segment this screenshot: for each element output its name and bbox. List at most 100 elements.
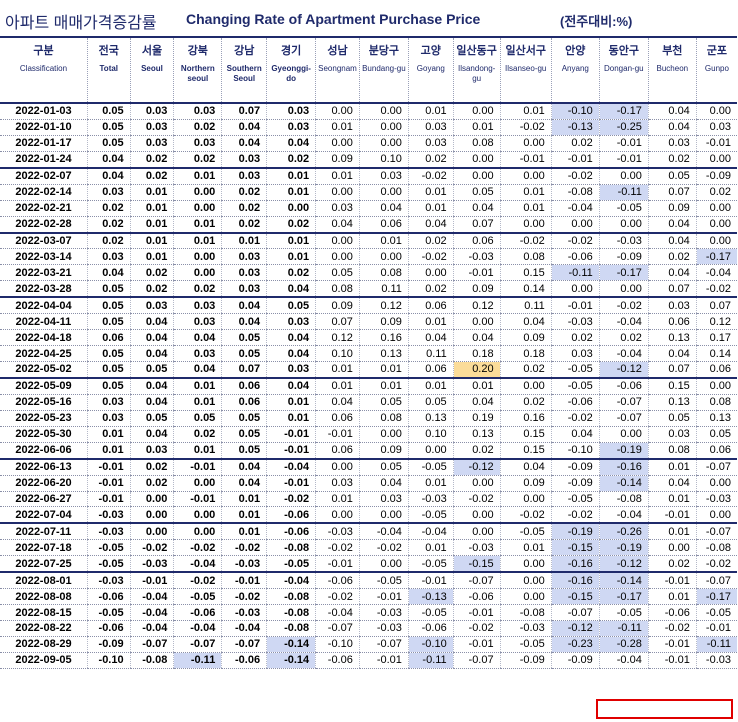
table-cell: 0.19 — [452, 410, 501, 427]
table-cell: 0.03 — [647, 135, 697, 152]
table-cell: 0.00 — [499, 491, 552, 508]
table-cell: 0.05 — [86, 135, 131, 152]
table-cell: 0.00 — [695, 103, 737, 120]
table-cell: 0.04 — [129, 329, 174, 347]
table-cell: 0.00 — [173, 184, 222, 201]
table-cell: -0.17 — [695, 588, 737, 606]
table-cell: -0.13 — [407, 588, 454, 606]
table-cell: -0.05 — [598, 200, 649, 217]
table-cell: 0.03 — [315, 475, 360, 492]
table-cell: 0.05 — [358, 394, 409, 411]
table-cell: -0.06 — [315, 571, 360, 590]
row-date: 2022-09-05 — [0, 652, 88, 669]
table-cell: 0.15 — [499, 442, 552, 460]
table-cell: 0.17 — [695, 329, 737, 347]
table-cell: 0.13 — [358, 345, 409, 362]
table-cell: 0.02 — [407, 151, 454, 169]
table-cell: -0.01 — [499, 151, 552, 169]
column-header-english: Gyeonggi-do — [271, 64, 311, 83]
column-header: 성남 Seongnam — [315, 36, 360, 104]
table-cell: -0.12 — [452, 457, 501, 476]
table-row: 2022-03-07 0.02 0.01 0.01 0.01 0.01 0.00 0.01 0.… — [0, 231, 737, 250]
table-cell: 0.00 — [173, 200, 222, 217]
table-cell: -0.02 — [315, 588, 360, 606]
table-cell: 0.03 — [315, 200, 360, 217]
table-cell: -0.17 — [598, 588, 649, 606]
row-date: 2022-02-07 — [0, 166, 88, 185]
table-row: 2022-07-04 -0.03 0.00 0.00 0.01 -0.06 0.00 0.00… — [0, 506, 737, 524]
table-cell: 0.01 — [499, 200, 552, 217]
table-cell: 0.00 — [129, 506, 174, 524]
table-cell: 0.05 — [86, 345, 131, 362]
column-header: 군포 Gunpo — [695, 36, 737, 104]
table-cell: 0.03 — [550, 345, 600, 362]
table-cell: 0.02 — [266, 151, 316, 169]
column-header-korean: 강북 — [187, 45, 208, 57]
table-cell: 0.02 — [221, 184, 267, 201]
table-row: 2022-04-18 0.06 0.04 0.04 0.05 0.04 0.12 0.16 0.… — [0, 329, 737, 347]
table-cell: 0.03 — [86, 394, 131, 411]
column-header: 안양 Anyang — [550, 36, 600, 104]
table-cell: 0.02 — [647, 151, 697, 169]
table-cell: 0.01 — [647, 588, 697, 606]
table-cell: -0.02 — [499, 506, 552, 524]
table-cell: -0.03 — [358, 620, 409, 637]
table-cell: -0.02 — [221, 539, 267, 557]
table-cell: 0.05 — [266, 296, 316, 315]
table-cell: 0.01 — [315, 361, 360, 379]
table-cell: 0.05 — [129, 410, 174, 427]
column-header-english: Goyang — [416, 64, 445, 73]
table-cell: 0.00 — [358, 184, 409, 201]
table-row: 2022-03-28 0.05 0.02 0.02 0.03 0.04 0.08 0.11 0.… — [0, 280, 737, 298]
table-cell: 0.01 — [407, 539, 454, 557]
table-cell: -0.01 — [86, 491, 131, 508]
table-cell: -0.02 — [550, 166, 600, 185]
table-cell: 0.05 — [86, 361, 131, 379]
table-row: 2022-08-08 -0.06 -0.04 -0.05 -0.02 -0.08 -0.02… — [0, 588, 737, 606]
table-cell: 0.04 — [129, 376, 174, 395]
table-cell: 0.07 — [221, 103, 267, 120]
table-cell: -0.10 — [315, 636, 360, 653]
table-cell: 0.05 — [695, 426, 737, 443]
table-cell: 0.03 — [173, 135, 222, 152]
table-cell: -0.05 — [407, 604, 454, 621]
table-cell: 0.00 — [358, 248, 409, 266]
table-row: 2022-06-06 0.01 0.03 0.01 0.05 -0.01 0.06 0.09 0… — [0, 442, 737, 460]
table-cell: -0.11 — [173, 652, 222, 669]
table-cell: -0.05 — [695, 604, 737, 621]
table-cell: 0.00 — [315, 103, 360, 120]
table-cell: 0.00 — [499, 166, 552, 185]
table-cell: 0.09 — [315, 296, 360, 315]
table-cell: -0.03 — [86, 571, 131, 590]
table-cell: -0.06 — [315, 652, 360, 669]
table-cell: 0.04 — [266, 280, 316, 298]
table-cell: 0.13 — [647, 394, 697, 411]
table-cell: -0.23 — [550, 636, 600, 653]
table-cell: -0.04 — [129, 604, 174, 621]
column-header-english: Total — [99, 64, 119, 73]
table-cell: 0.00 — [173, 475, 222, 492]
table-cell: 0.03 — [647, 296, 697, 315]
column-header-english: Bucheon — [656, 64, 689, 73]
table-cell: 0.03 — [173, 103, 222, 120]
table-cell: 0.08 — [647, 442, 697, 460]
table-cell: 0.01 — [266, 231, 316, 250]
table-cell: -0.25 — [598, 119, 649, 136]
table-cell: 0.04 — [647, 264, 697, 282]
table-cell: 0.05 — [647, 410, 697, 427]
column-header-korean: 경기 — [280, 45, 302, 57]
table-cell: 0.02 — [499, 394, 552, 411]
table-cell: -0.03 — [221, 555, 267, 573]
table-cell: -0.02 — [695, 280, 737, 298]
table-cell: 0.02 — [221, 216, 267, 234]
table-cell: 0.00 — [499, 588, 552, 606]
table-cell: 0.00 — [173, 248, 222, 266]
table-cell: 0.02 — [266, 264, 316, 282]
table-cell: -0.08 — [695, 539, 737, 557]
table-cell: -0.07 — [452, 652, 501, 669]
table-cell: 0.05 — [86, 280, 131, 298]
table-cell: 0.04 — [315, 216, 360, 234]
table-cell: 0.04 — [550, 426, 600, 443]
row-date: 2022-07-04 — [0, 506, 88, 524]
table-row: 2022-03-21 0.04 0.02 0.00 0.03 0.02 0.05 0.08 0.… — [0, 264, 737, 282]
